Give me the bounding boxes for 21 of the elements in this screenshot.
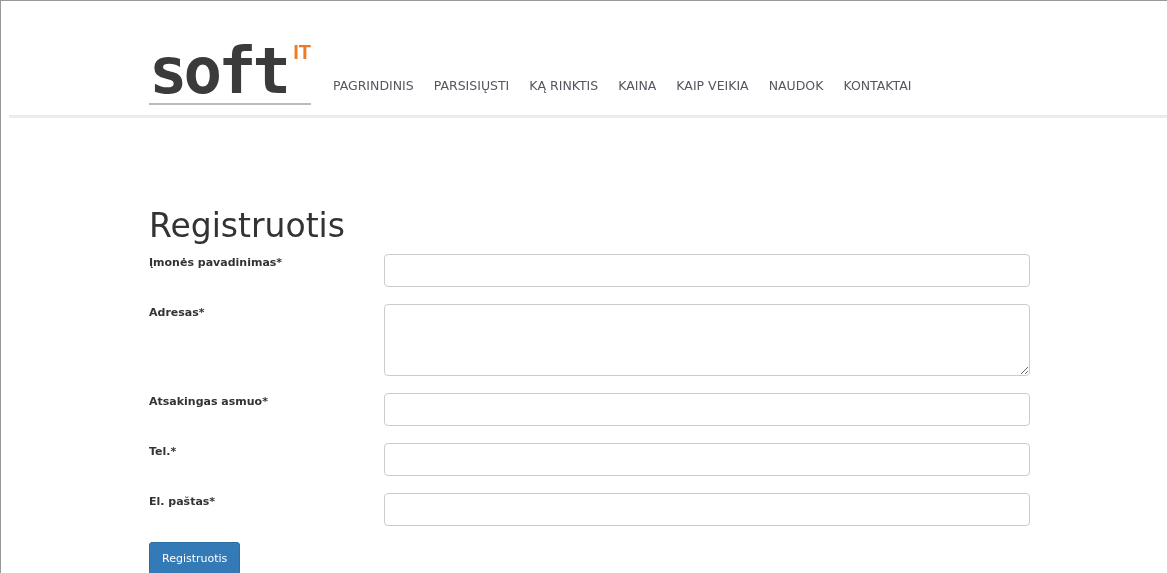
page-title: Registruotis	[149, 206, 346, 246]
field-label: Įmonės pavadinimas*	[149, 255, 284, 271]
nav-link[interactable]: PARSISIŲSTI	[433, 78, 510, 93]
textarea-field[interactable]	[384, 304, 1030, 376]
input-field[interactable]	[384, 254, 1030, 287]
logo-suffix-text: IT	[293, 41, 311, 64]
field-label: Tel.*	[149, 444, 178, 460]
submit-button[interactable]: Registruotis	[149, 542, 241, 573]
nav-link[interactable]: PAGRINDINIS	[332, 78, 414, 93]
nav-link[interactable]: KĄ RINKTIS	[529, 78, 599, 93]
input-field[interactable]	[384, 493, 1030, 526]
nav-link[interactable]: KAINA	[618, 78, 657, 93]
logo-text: soft	[149, 41, 288, 101]
nav-link[interactable]: KONTAKTAI	[843, 78, 912, 93]
field-label: El. paštas*	[149, 494, 217, 510]
nav-link[interactable]: NAUDOK	[768, 78, 824, 93]
input-field[interactable]	[384, 393, 1030, 426]
nav-link[interactable]: KAIP VEIKIA	[676, 78, 749, 93]
field-label: Atsakingas asmuo*	[149, 394, 269, 410]
field-label: Adresas*	[149, 305, 206, 321]
input-field[interactable]	[384, 443, 1030, 476]
